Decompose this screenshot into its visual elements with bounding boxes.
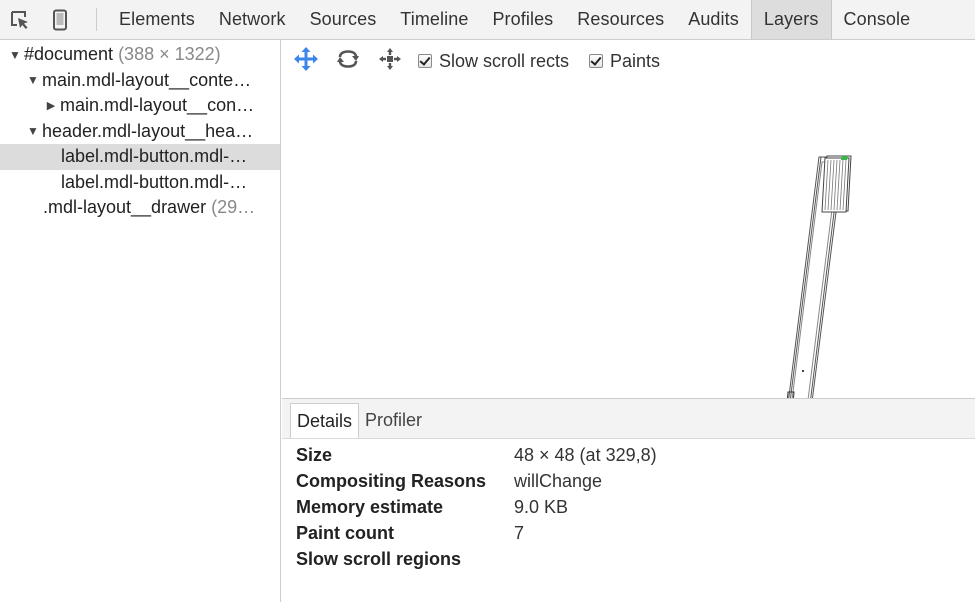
tree-row-label-button[interactable]: label.mdl-button.mdl-… [0, 170, 280, 196]
detail-key: Paint count [296, 522, 394, 543]
tab-layers[interactable]: Layers [750, 0, 832, 39]
detail-value: 48 × 48 (at 329,8) [514, 444, 657, 465]
detail-row-size: Size 48 × 48 (at 329,8) [282, 442, 975, 468]
detail-value: willChange [514, 470, 603, 491]
device-mode-icon [52, 9, 68, 31]
tree-row-header[interactable]: ▼ header.mdl-layout__hea… [0, 119, 280, 145]
tree-row-label: main.mdl-layout__con… [60, 95, 255, 116]
layer-tree: ▼ #document (388 × 1322) ▼ main.mdl-layo… [0, 40, 281, 602]
reset-transform-button[interactable] [372, 46, 408, 76]
slow-scroll-rects-toggle[interactable]: Slow scroll rects [418, 51, 569, 72]
toolbar-divider [96, 8, 97, 31]
tab-elements[interactable]: Elements [107, 0, 207, 39]
detail-value: 7 [514, 522, 525, 543]
tree-row-label: label.mdl-button.mdl-… [61, 146, 248, 167]
details-tabs: Details Profiler [282, 399, 975, 439]
detail-row-paint-count: Paint count 7 [282, 520, 975, 546]
paints-label: Paints [610, 50, 661, 71]
tab-profiles[interactable]: Profiles [480, 0, 565, 39]
detail-key: Size [296, 444, 333, 465]
tree-row-document[interactable]: ▼ #document (388 × 1322) [0, 42, 280, 68]
tab-audits[interactable]: Audits [676, 0, 751, 39]
slow-scroll-rects-checkbox[interactable] [418, 54, 432, 68]
tab-timeline[interactable]: Timeline [388, 0, 480, 39]
expand-arrow-icon[interactable]: ▼ [26, 124, 40, 138]
expand-arrow-icon[interactable]: ▼ [26, 73, 40, 87]
paints-checkbox[interactable] [589, 54, 604, 68]
tab-details[interactable]: Details [290, 403, 360, 438]
rotate-mode-icon [335, 48, 361, 75]
detail-key: Memory estimate [296, 496, 444, 517]
reset-transform-icon [377, 46, 403, 77]
inspect-element-icon [9, 9, 31, 31]
paints-toggle[interactable]: Paints [589, 51, 660, 72]
tree-row-drawer[interactable]: .mdl-layout__drawer (29… [0, 195, 280, 221]
expand-arrow-icon[interactable]: ▼ [8, 48, 22, 62]
main-toolbar: Elements Network Sources Timeline Profil… [0, 0, 975, 40]
tree-row-dimensions: (388 × 1322) [113, 44, 221, 65]
tree-row-main[interactable]: ▼ main.mdl-layout__conte… [0, 68, 280, 94]
tree-row-label: main.mdl-layout__conte… [42, 69, 252, 90]
device-mode-button[interactable] [40, 0, 80, 39]
tab-network[interactable]: Network [207, 0, 298, 39]
tab-sources[interactable]: Sources [298, 0, 389, 39]
tree-row-label: .mdl-layout__drawer [43, 197, 207, 218]
panel-tabs: Elements Network Sources Timeline Profil… [107, 0, 922, 39]
tree-row-main-child[interactable]: ▶ main.mdl-layout__con… [0, 93, 280, 119]
tree-row-label: #document [24, 44, 114, 65]
detail-row-slow-scroll-regions: Slow scroll regions [282, 546, 975, 572]
layer-details-panel: Details Profiler Size 48 × 48 (at 329,8)… [282, 398, 975, 602]
tab-console[interactable]: Console [832, 0, 923, 39]
tree-row-dimensions: (29… [206, 197, 256, 218]
detail-row-compositing-reasons: Compositing Reasons willChange [282, 468, 975, 494]
inspect-element-button[interactable] [0, 0, 40, 39]
collapse-arrow-icon[interactable]: ▶ [44, 99, 58, 112]
detail-row-memory-estimate: Memory estimate 9.0 KB [282, 494, 975, 520]
layer-3d-view[interactable]: Slow scroll rects Paints [282, 40, 975, 398]
tab-resources[interactable]: Resources [565, 0, 676, 39]
layer-view-toolbar: Slow scroll rects Paints [282, 40, 676, 82]
tree-row-label-button-selected[interactable]: label.mdl-button.mdl-… [0, 144, 280, 170]
detail-key: Slow scroll regions [296, 548, 462, 569]
detail-value: 9.0 KB [514, 496, 569, 517]
tree-row-label: header.mdl-layout__hea… [42, 120, 254, 141]
pan-mode-icon [293, 46, 319, 77]
rotate-mode-button[interactable] [330, 46, 366, 76]
detail-key: Compositing Reasons [296, 470, 487, 491]
pan-mode-button[interactable] [288, 46, 324, 76]
tab-profiler[interactable]: Profiler [359, 403, 428, 438]
tree-row-label: label.mdl-button.mdl-… [61, 171, 248, 192]
slow-scroll-rects-label: Slow scroll rects [439, 50, 570, 71]
details-table: Size 48 × 48 (at 329,8) Compositing Reas… [282, 439, 975, 572]
layer-3d-rendering[interactable] [282, 82, 975, 398]
